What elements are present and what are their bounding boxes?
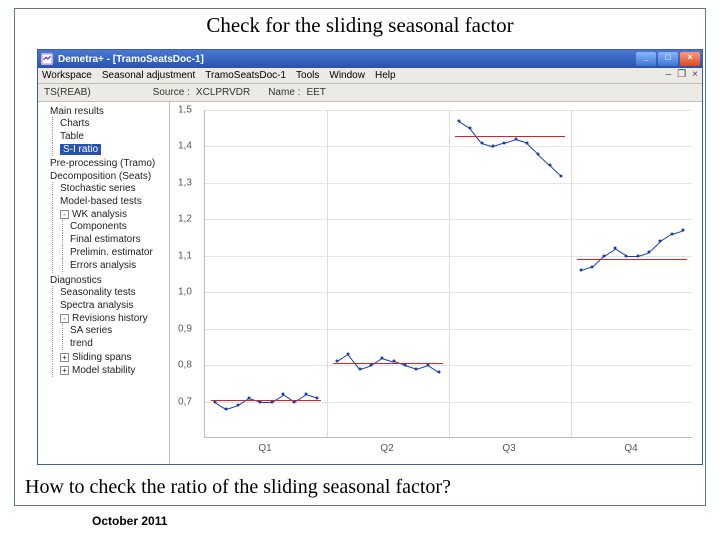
menu-seasonal[interactable]: Seasonal adjustment (102, 70, 195, 81)
nav-tree: Main results Charts Table S-I ratio Pre-… (38, 102, 170, 464)
source-value: XCLPRVDR (196, 87, 250, 98)
tree-rev-history[interactable]: -Revisions history SA series trend (60, 312, 167, 351)
x-tick: Q3 (502, 443, 515, 454)
tree-preprocessing[interactable]: Pre-processing (Tramo) (50, 157, 167, 170)
y-tick: 1,3 (178, 177, 192, 188)
mean-line (455, 136, 565, 137)
collapse-icon[interactable]: - (60, 314, 69, 323)
tree-si-ratio[interactable]: S-I ratio (60, 143, 167, 156)
mdi-restore-button[interactable]: ❐ (677, 69, 686, 80)
tree-spectra[interactable]: Spectra analysis (60, 299, 167, 312)
data-point (682, 229, 685, 232)
y-tick: 1,0 (178, 287, 192, 298)
tree-trend[interactable]: trend (70, 337, 167, 350)
menu-window[interactable]: Window (329, 70, 365, 81)
y-tick: 0,9 (178, 323, 192, 334)
tree-main-results[interactable]: Main results Charts Table S-I ratio (50, 105, 167, 157)
close-button[interactable]: × (680, 52, 700, 66)
chart-plot (204, 110, 692, 438)
y-tick: 1,1 (178, 250, 192, 261)
tree-model-tests[interactable]: Model-based tests (60, 195, 167, 208)
y-tick: 1,4 (178, 141, 192, 152)
minimize-button[interactable]: _ (636, 52, 656, 66)
tree-prelim-est[interactable]: Prelimin. estimator (70, 246, 167, 259)
tree-wk[interactable]: -WK analysis Components Final estimators… (60, 208, 167, 273)
ts-label: TS(REAB) (44, 87, 91, 98)
data-point (560, 174, 563, 177)
menu-doc[interactable]: TramoSeatsDoc-1 (205, 70, 286, 81)
tree-errors[interactable]: Errors analysis (70, 259, 167, 272)
collapse-icon[interactable]: - (60, 210, 69, 219)
tree-charts[interactable]: Charts (60, 117, 167, 130)
expand-icon[interactable]: + (60, 366, 69, 375)
menu-tools[interactable]: Tools (296, 70, 319, 81)
tree-final-est[interactable]: Final estimators (70, 233, 167, 246)
name-value: EET (306, 87, 325, 98)
tree-sliding-spans[interactable]: +Sliding spans (60, 351, 167, 364)
menu-workspace[interactable]: Workspace (42, 70, 92, 81)
tree-season-tests[interactable]: Seasonality tests (60, 286, 167, 299)
expand-icon[interactable]: + (60, 353, 69, 362)
mean-line (577, 259, 687, 260)
app-window: Demetra+ - [TramoSeatsDoc-1] _ □ × Works… (37, 49, 703, 465)
menu-bar: Workspace Seasonal adjustment TramoSeats… (38, 68, 702, 84)
mdi-close-button[interactable]: × (692, 69, 698, 80)
tree-diagnostics[interactable]: Diagnostics Seasonality tests Spectra an… (50, 274, 167, 378)
window-title: Demetra+ - [TramoSeatsDoc-1] (58, 54, 636, 65)
tree-model-stability[interactable]: +Model stability (60, 364, 167, 377)
y-tick: 0,8 (178, 360, 192, 371)
x-tick: Q1 (258, 443, 271, 454)
menu-help[interactable]: Help (375, 70, 396, 81)
mean-line (333, 363, 443, 364)
tree-components[interactable]: Components (70, 220, 167, 233)
maximize-button[interactable]: □ (658, 52, 678, 66)
mean-line (211, 400, 321, 401)
title-bar: Demetra+ - [TramoSeatsDoc-1] _ □ × (38, 50, 702, 68)
slide-title: Check for the sliding seasonal factor (15, 9, 705, 46)
tree-decomposition[interactable]: Decomposition (Seats) Stochastic series … (50, 170, 167, 274)
toolbar: TS(REAB) Source : XCLPRVDR Name : EET (38, 84, 702, 102)
y-tick: 1,5 (178, 105, 192, 116)
slide-question: How to check the ratio of the sliding se… (25, 476, 451, 499)
x-tick: Q4 (624, 443, 637, 454)
name-label: Name : (268, 87, 300, 98)
data-point (438, 371, 441, 374)
app-icon (40, 52, 54, 66)
chart-pane: 0,7 0,8 0,9 1,0 1,1 1,2 1,3 1,4 1,5 Q1 Q2 Q3 Q4 (170, 102, 702, 464)
tree-sa-series[interactable]: SA series (70, 324, 167, 337)
x-tick: Q2 (380, 443, 393, 454)
source-label: Source : (153, 87, 190, 98)
mdi-min-button[interactable]: – (666, 69, 672, 80)
tree-stochastic[interactable]: Stochastic series (60, 182, 167, 195)
y-tick: 0,7 (178, 396, 192, 407)
y-tick: 1,2 (178, 214, 192, 225)
slide-date: October 2011 (92, 514, 167, 528)
tree-table[interactable]: Table (60, 130, 167, 143)
